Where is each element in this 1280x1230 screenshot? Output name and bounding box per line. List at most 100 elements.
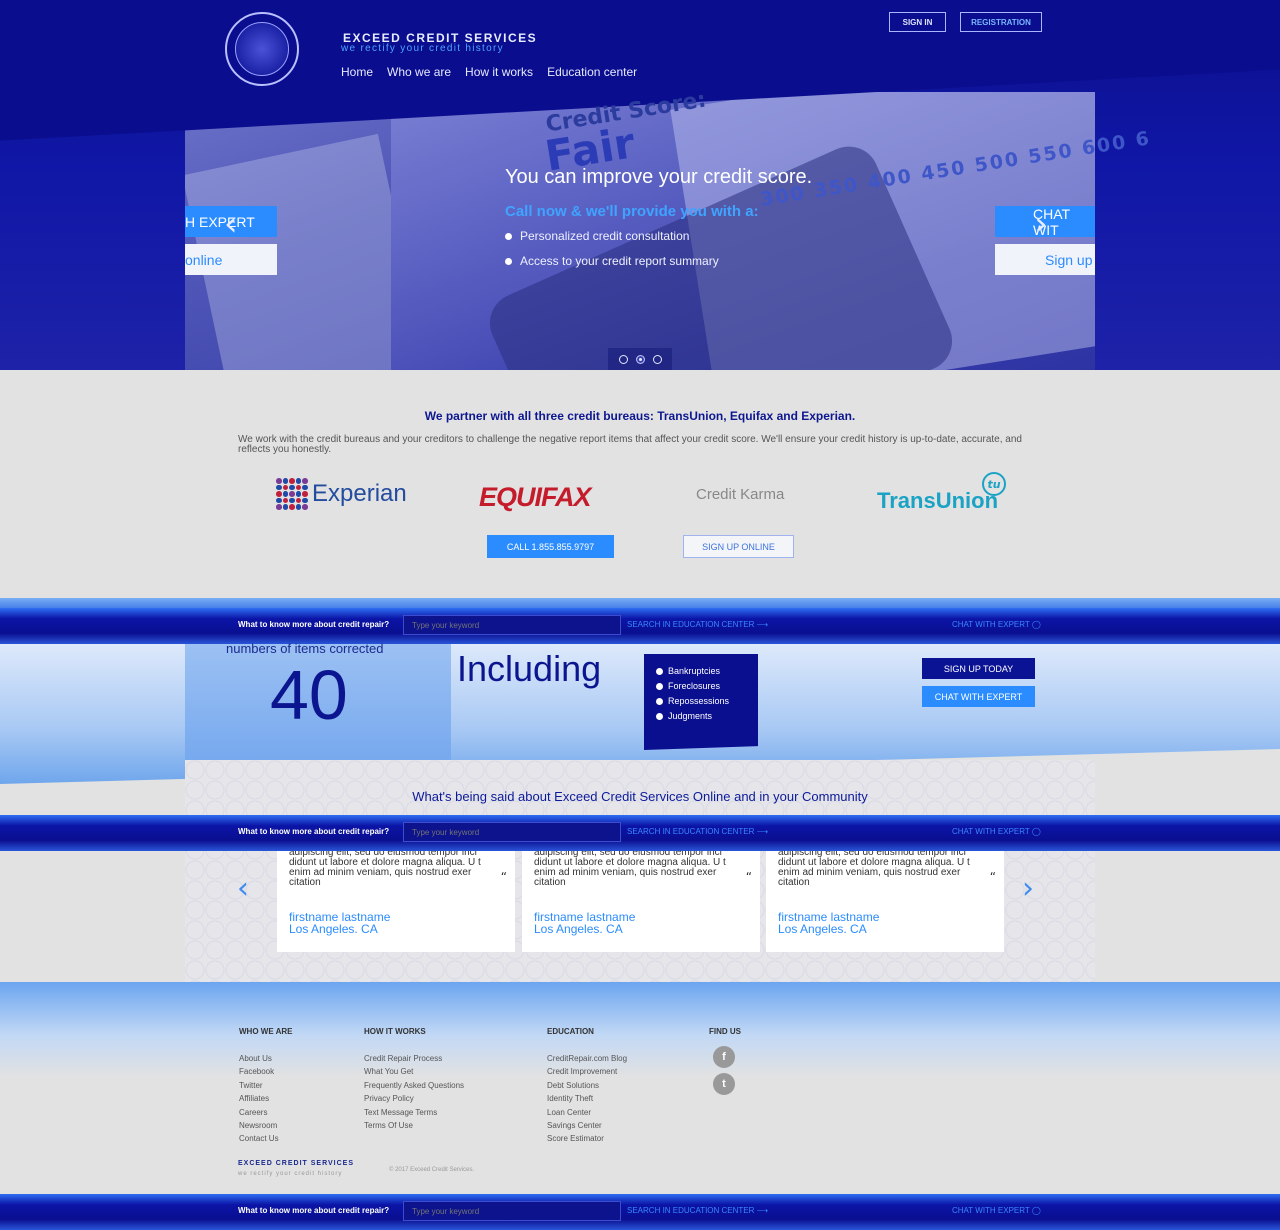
list-item: Judgments [656, 711, 758, 721]
slider-pagination [608, 348, 672, 370]
chat-bubble-icon: ◯ [1031, 620, 1041, 629]
arrow-right-icon: ⟶ [756, 827, 769, 836]
footer-link-terms-of-use[interactable]: Terms Of Use [364, 1119, 464, 1132]
testimonial-card: adipiscing elit, sed do eiusmod tempor i… [522, 848, 760, 952]
footer-who-we-are: WHO WE ARE About Us Facebook Twitter Aff… [239, 1027, 292, 1146]
search-input[interactable] [403, 1201, 621, 1221]
footer-link-careers[interactable]: Careers [239, 1106, 292, 1119]
footer-link-newsroom[interactable]: Newsroom [239, 1119, 292, 1132]
nav-how-it-works[interactable]: How it works [465, 65, 533, 79]
list-item: Bankruptcies [656, 666, 758, 676]
transunion-badge-icon: tu [982, 472, 1006, 496]
brand-tagline: we rectify your credit history [341, 43, 504, 54]
testimonial-location: Los Angeles. CA [289, 922, 378, 936]
search-label: What to know more about credit repair? [238, 827, 390, 836]
footer-link-debt-solutions[interactable]: Debt Solutions [547, 1079, 627, 1092]
footer-brand-name[interactable]: EXCEED CREDIT SERVICES [238, 1160, 354, 1167]
equifax-logo: EQUIFAX [479, 482, 592, 512]
experian-logo: Experian [276, 478, 407, 510]
call-button[interactable]: CALL 1.855.855.9797 [487, 535, 614, 558]
slide-dot-2[interactable] [635, 354, 645, 364]
chat-with-expert-link[interactable]: CHAT WITH EXPERT ◯ [952, 1206, 1041, 1215]
next-slide-signup-button[interactable]: Sign up [995, 244, 1095, 275]
chat-label: CHAT WITH EXPERT [952, 1206, 1030, 1215]
slide-dot-3[interactable] [652, 354, 662, 364]
footer-link-text-message-terms[interactable]: Text Message Terms [364, 1106, 464, 1119]
search-education-link[interactable]: SEARCH IN EDUCATION CENTER ⟶ [627, 1206, 768, 1215]
footer-link-credit-improvement[interactable]: Credit Improvement [547, 1065, 627, 1078]
footer-link-faq[interactable]: Frequently Asked Questions [364, 1079, 464, 1092]
sign-up-today-button[interactable]: SIGN UP TODAY [922, 658, 1035, 679]
footer-link-score-estimator[interactable]: Score Estimator [547, 1132, 627, 1145]
experian-dots-icon [276, 478, 308, 510]
sign-up-online-button[interactable]: SIGN UP ONLINE [683, 535, 794, 558]
list-item: Access to your credit report summary [505, 254, 719, 268]
search-input[interactable] [403, 822, 621, 842]
footer-link-savings-center[interactable]: Savings Center [547, 1119, 627, 1132]
current-slide [391, 92, 1095, 370]
search-education-label: SEARCH IN EDUCATION CENTER [627, 1206, 755, 1215]
footer-link-blog[interactable]: CreditRepair.com Blog [547, 1052, 627, 1065]
chat-with-expert-link[interactable]: CHAT WITH EXPERT ◯ [952, 620, 1041, 629]
partner-logos: Experian EQUIFAX Credit Karma TransUnion… [276, 472, 1016, 516]
footer-link-contact-us[interactable]: Contact Us [239, 1132, 292, 1145]
facebook-icon[interactable]: f [713, 1046, 735, 1068]
search-bar: What to know more about credit repair? S… [0, 608, 1280, 644]
footer-link-credit-repair-process[interactable]: Credit Repair Process [364, 1052, 464, 1065]
quote-icon: “ [745, 870, 752, 884]
hero-headline: You can improve your credit score. [505, 166, 813, 188]
chat-label: CHAT WITH EXPERT [952, 620, 1030, 629]
chat-bubble-icon: ◯ [1031, 827, 1041, 836]
footer-link-privacy-policy[interactable]: Privacy Policy [364, 1092, 464, 1105]
search-education-link[interactable]: SEARCH IN EDUCATION CENTER ⟶ [627, 827, 768, 836]
search-education-link[interactable]: SEARCH IN EDUCATION CENTER ⟶ [627, 620, 768, 629]
partners-description: We work with the credit bureaus and your… [238, 434, 1022, 455]
search-bar: What to know more about credit repair? S… [0, 815, 1280, 851]
testimonial-location: Los Angeles. CA [778, 922, 867, 936]
search-bar: What to know more about credit repair? S… [0, 1194, 1280, 1230]
chat-with-expert-link[interactable]: CHAT WITH EXPERT ◯ [952, 827, 1041, 836]
footer-link-loan-center[interactable]: Loan Center [547, 1106, 627, 1119]
sign-in-button[interactable]: SIGN IN [889, 12, 946, 32]
footer-heading: WHO WE ARE [239, 1027, 293, 1036]
search-input[interactable] [403, 615, 621, 635]
experian-wordmark: Experian [312, 480, 407, 507]
footer-link-what-you-get[interactable]: What You Get [364, 1065, 464, 1078]
testimonials-title: What's being said about Exceed Credit Se… [412, 789, 868, 804]
footer-education: EDUCATION CreditRepair.com Blog Credit I… [547, 1027, 627, 1146]
slide-dot-1[interactable] [618, 354, 628, 364]
list-item: Repossessions [656, 696, 758, 706]
footer-link-twitter[interactable]: Twitter [239, 1079, 292, 1092]
footer-link-identity-theft[interactable]: Identity Theft [547, 1092, 627, 1105]
list-item: Personalized credit consultation [505, 229, 719, 243]
twitter-icon[interactable]: t [713, 1073, 735, 1095]
corrected-items-list: Bankruptcies Foreclosures Repossessions … [644, 654, 758, 750]
testimonial-location: Los Angeles. CA [534, 922, 623, 936]
testimonials-next-arrow-icon[interactable]: › [1022, 871, 1034, 906]
nav-education-center[interactable]: Education center [547, 65, 637, 79]
prev-slide-signup-button[interactable]: online [185, 244, 277, 275]
nav-home[interactable]: Home [341, 65, 373, 79]
testimonial-text: adipiscing elit, sed do eiusmod tempor i… [778, 847, 970, 888]
footer-link-facebook[interactable]: Facebook [239, 1065, 292, 1078]
slider-prev-arrow-icon[interactable]: ‹ [224, 204, 238, 244]
brand-logo[interactable] [225, 12, 299, 86]
search-education-label: SEARCH IN EDUCATION CENTER [627, 620, 755, 629]
chat-label: CHAT WITH EXPERT [952, 827, 1030, 836]
chat-with-expert-button[interactable]: CHAT WITH EXPERT [922, 686, 1035, 707]
testimonials-prev-arrow-icon[interactable]: ‹ [237, 871, 249, 906]
transunion-logo: TransUnion [877, 488, 999, 513]
nav-who-we-are[interactable]: Who we are [387, 65, 451, 79]
hero-subheadline: Call now & we'll provide you with a: [505, 203, 759, 220]
footer-how-it-works: HOW IT WORKS Credit Repair Process What … [364, 1027, 464, 1132]
footer-link-about-us[interactable]: About Us [239, 1052, 292, 1065]
partners-section: We partner with all three credit bureaus… [0, 370, 1280, 600]
footer-heading: EDUCATION [547, 1027, 594, 1036]
items-corrected-count: 40 [270, 656, 348, 734]
footer-heading: FIND US [709, 1027, 741, 1036]
testimonial-card: adipiscing elit, sed do eiusmod tempor i… [277, 848, 515, 952]
search-label: What to know more about credit repair? [238, 620, 390, 629]
slider-next-arrow-icon[interactable]: › [1034, 204, 1048, 244]
registration-button[interactable]: REGISTRATION [960, 12, 1042, 32]
footer-link-affiliates[interactable]: Affiliates [239, 1092, 292, 1105]
